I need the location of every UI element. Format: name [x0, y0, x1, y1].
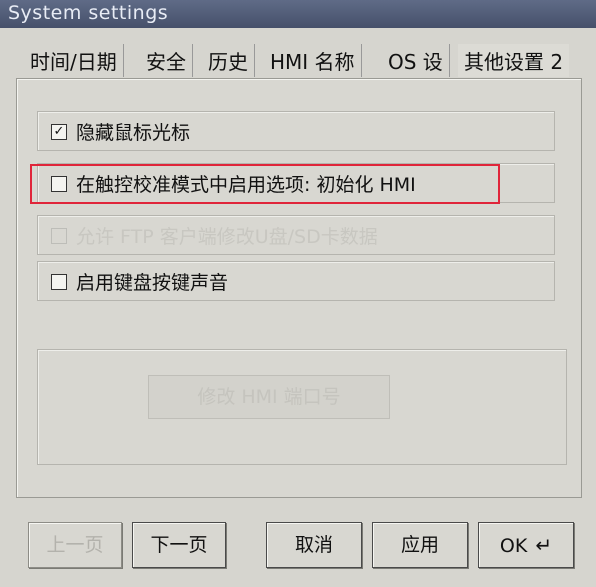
modify-hmi-port-button: 修改 HMI 端口号 — [148, 375, 390, 419]
checkbox-hide-cursor[interactable]: ✓ — [51, 124, 67, 140]
option-ftp-client-label: 允许 FTP 客户端修改U盘/SD卡数据 — [76, 226, 378, 248]
checkbox-ftp-client-modify — [51, 228, 67, 244]
title-bar: System settings — [0, 0, 596, 28]
port-group: 修改 HMI 端口号 — [37, 349, 567, 465]
settings-panel: ✓ 隐藏鼠标光标 在触控校准模式中启用选项: 初始化 HMI 允许 FTP 客户… — [16, 78, 582, 498]
option-keyboard-sound[interactable]: 启用键盘按键声音 — [37, 261, 555, 301]
tab-hmi-name[interactable]: HMI 名称 — [264, 44, 362, 77]
window-title: System settings — [8, 2, 169, 24]
prev-page-button: 上一页 — [28, 522, 122, 568]
enter-icon: ↵ — [535, 533, 553, 557]
ok-label: OK — [499, 535, 528, 557]
option-keyboard-sound-label: 启用键盘按键声音 — [76, 272, 229, 294]
checkbox-keyboard-sound[interactable] — [51, 274, 67, 290]
option-hide-cursor-label: 隐藏鼠标光标 — [76, 122, 191, 144]
tab-bar: 时间/日期 安全 历史 HMI 名称 OS 设 其他设置 2 — [0, 44, 596, 78]
ok-button[interactable]: OK ↵ — [478, 522, 574, 568]
apply-button[interactable]: 应用 — [372, 522, 468, 568]
tab-os[interactable]: OS 设 — [382, 44, 450, 77]
tab-other-settings-2[interactable]: 其他设置 2 — [458, 44, 570, 77]
highlight-box — [30, 164, 500, 204]
next-page-button[interactable]: 下一页 — [132, 522, 226, 568]
tab-history[interactable]: 历史 — [202, 44, 255, 77]
cancel-button[interactable]: 取消 — [266, 522, 362, 568]
tab-security[interactable]: 安全 — [140, 44, 193, 77]
option-hide-cursor[interactable]: ✓ 隐藏鼠标光标 — [37, 111, 555, 151]
option-ftp-client-modify: 允许 FTP 客户端修改U盘/SD卡数据 — [37, 215, 555, 255]
tab-time-date[interactable]: 时间/日期 — [24, 44, 124, 77]
